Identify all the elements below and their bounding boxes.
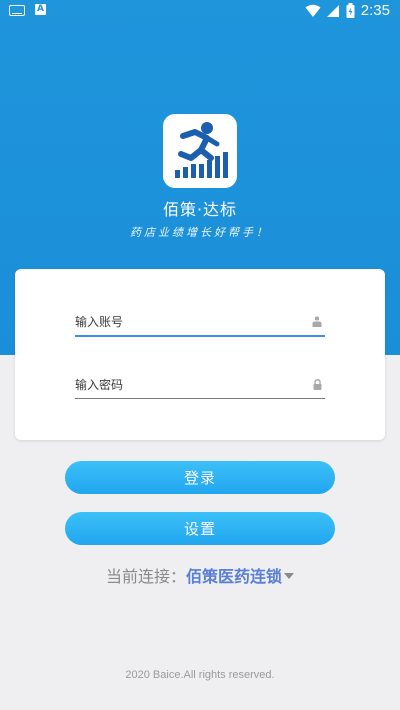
login-button[interactable]: 登录 xyxy=(65,461,335,494)
lock-icon xyxy=(313,379,322,390)
status-bar: A 2:35 xyxy=(0,0,400,24)
account-field[interactable] xyxy=(75,311,325,337)
settings-button[interactable]: 设置 xyxy=(65,512,335,545)
app-slogan: 药店业绩增长好帮手！ xyxy=(130,226,270,239)
connection-label: 当前连接： xyxy=(105,567,186,586)
runner-logo-icon xyxy=(175,122,228,178)
login-card xyxy=(15,269,385,440)
account-input[interactable] xyxy=(75,311,295,333)
password-input[interactable] xyxy=(75,374,295,396)
password-field[interactable] xyxy=(75,374,325,399)
wifi-icon xyxy=(305,4,321,17)
app-notification-icon: A xyxy=(35,4,46,15)
status-time: 2:35 xyxy=(360,2,390,19)
app-name: 佰策·达标 xyxy=(162,200,238,219)
app-logo xyxy=(163,114,237,188)
connection-value[interactable]: 佰策医药连锁 xyxy=(186,567,282,586)
connection-selector[interactable]: 当前连接：佰策医药连锁 xyxy=(0,563,400,587)
signal-icon xyxy=(326,4,339,17)
user-icon xyxy=(312,316,322,327)
keyboard-icon xyxy=(9,5,25,16)
dropdown-caret-icon[interactable] xyxy=(284,573,295,579)
footer-copyright: 2020 Baice.All rights reserved. xyxy=(125,669,275,681)
battery-icon xyxy=(346,3,355,18)
